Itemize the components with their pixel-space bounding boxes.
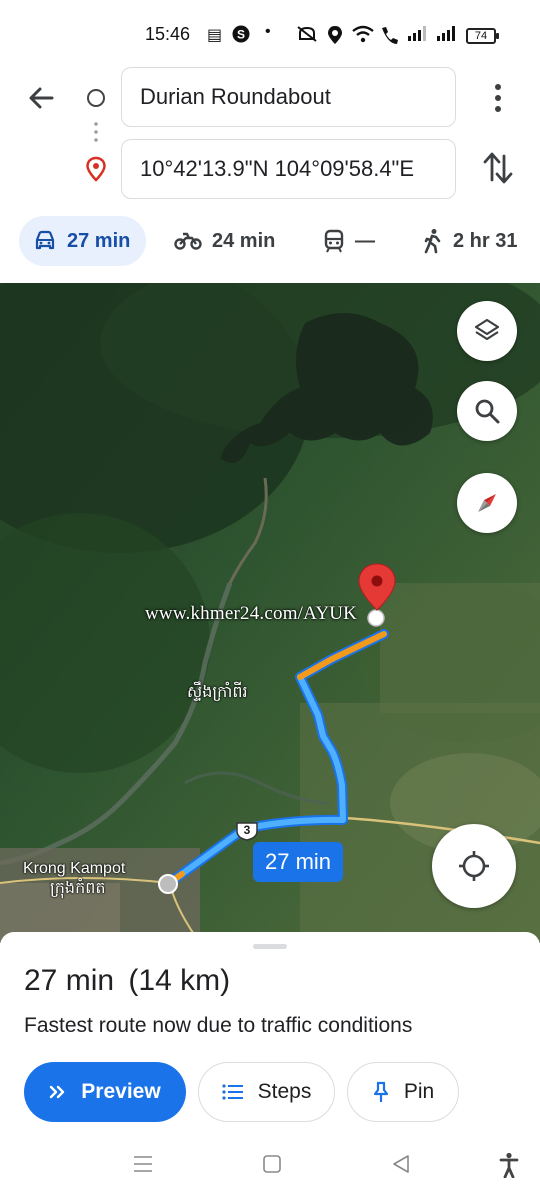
tab-motorcycle[interactable]: 24 min	[174, 216, 275, 266]
battery-indicator: 74	[466, 28, 499, 44]
tab-driving[interactable]: 27 min	[19, 216, 147, 266]
status-time: 15:46	[145, 24, 191, 44]
wifi-icon	[351, 25, 375, 48]
signal-1-icon	[408, 25, 430, 46]
route-duration-callout[interactable]: 27 min	[253, 842, 344, 882]
skype-icon: S	[232, 25, 250, 48]
destination-field[interactable]: 10°42'13.9"N 104°09'58.4"E	[121, 139, 456, 199]
pin-label: Pin	[403, 1080, 435, 1103]
origin-marker	[158, 874, 178, 894]
train-icon	[324, 229, 344, 253]
origin-field[interactable]: Durian Roundabout	[121, 67, 456, 127]
pushpin-icon	[373, 1081, 388, 1102]
more-vert-icon	[495, 84, 501, 112]
my-location-button[interactable]	[432, 824, 516, 908]
square-icon	[263, 1155, 281, 1173]
system-nav-bar	[0, 1148, 540, 1188]
motorcycle-icon	[174, 232, 202, 250]
layers-button[interactable]	[457, 301, 517, 361]
route-distance: (14 km)	[128, 964, 231, 997]
signal-2-icon	[437, 25, 459, 46]
origin-circle-icon	[87, 89, 105, 107]
route-duration: 27 min	[24, 964, 115, 997]
tab-transit[interactable]: —	[323, 216, 375, 266]
arrow-back-icon	[29, 87, 54, 109]
menu-nav-button[interactable]	[133, 1154, 153, 1179]
tab-driving-label: 27 min	[67, 229, 131, 252]
maps-directions-screen: 15:46 ▤ S • 74 Durian Roundabout 10°42'1…	[0, 0, 540, 1200]
triangle-back-icon	[393, 1155, 409, 1173]
tab-walking[interactable]: 2 hr 31	[423, 216, 517, 266]
highway-number: 3	[243, 823, 251, 837]
volte-call-icon	[379, 25, 403, 50]
list-icon	[222, 1084, 243, 1100]
crosshair-icon	[459, 851, 489, 881]
double-chevron-icon	[50, 1085, 65, 1099]
steps-button[interactable]: Steps	[198, 1062, 335, 1122]
accessibility-icon	[499, 1152, 519, 1179]
highway-shield: 3	[235, 821, 259, 841]
tab-motorcycle-label: 24 min	[212, 229, 276, 252]
compass-button[interactable]	[457, 473, 517, 533]
place-label-city-en: Krong Kampot	[23, 860, 126, 877]
steps-label: Steps	[257, 1080, 312, 1103]
dot-icon: •	[265, 23, 271, 40]
back-button[interactable]	[26, 82, 58, 114]
drag-handle[interactable]	[253, 944, 287, 949]
route-summary: 27 min (14 km)	[24, 964, 230, 998]
compass-icon	[478, 494, 496, 512]
route-reason: Fastest route now due to traffic conditi…	[24, 1014, 413, 1037]
tab-transit-label: —	[355, 229, 375, 252]
home-nav-button[interactable]	[262, 1154, 282, 1179]
place-label-city-km: ក្រុងកំពត	[50, 880, 106, 897]
more-options-button[interactable]	[486, 82, 510, 114]
preview-label: Preview	[81, 1080, 161, 1103]
accessibility-button[interactable]	[499, 1152, 519, 1183]
travel-mode-tabs: 27 min 24 min — 2 hr 31	[0, 216, 540, 268]
place-label-village: ស្ទឹងក្រាំពីរ	[187, 684, 248, 701]
layers-icon	[474, 318, 500, 341]
search-button[interactable]	[457, 381, 517, 441]
svg-text:S: S	[237, 28, 245, 42]
swap-button[interactable]	[482, 150, 514, 186]
watermark: www.khmer24.com/AYUK	[145, 603, 358, 624]
destination-pin-icon	[84, 156, 108, 182]
notification-icon: ▤	[207, 27, 223, 44]
hamburger-icon	[134, 1156, 152, 1172]
mute-icon	[296, 25, 318, 48]
back-nav-button[interactable]	[391, 1154, 411, 1179]
pin-button[interactable]: Pin	[347, 1062, 459, 1122]
swap-vert-icon	[483, 152, 513, 184]
tab-walking-label: 2 hr 31	[453, 229, 518, 252]
location-icon	[327, 25, 343, 50]
map-view[interactable]: 3 www.khmer24.com/AYUK ស្ទឹងក្រាំពីរ Kro…	[0, 283, 540, 943]
car-icon	[35, 230, 55, 250]
status-bar: 15:46 ▤ S • 74	[0, 0, 540, 72]
route-dots-divider	[94, 120, 98, 146]
preview-button[interactable]: Preview	[24, 1062, 186, 1122]
walking-icon	[424, 229, 441, 254]
search-icon	[475, 399, 500, 424]
